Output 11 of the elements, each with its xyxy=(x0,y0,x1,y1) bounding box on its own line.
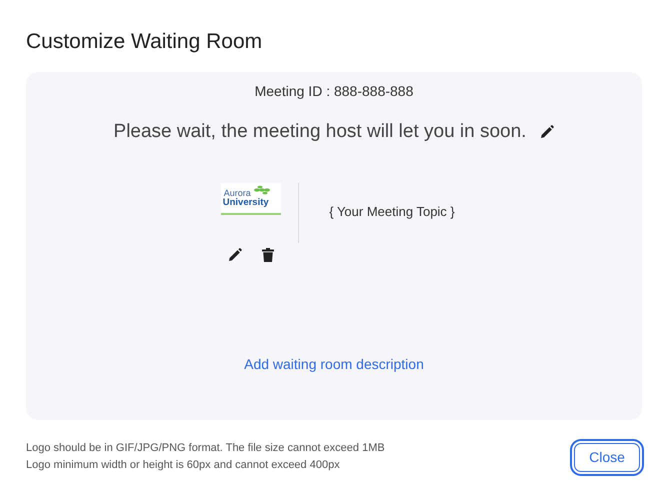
logo: Aurora University xyxy=(220,183,281,215)
dialog-title: Customize Waiting Room xyxy=(26,30,264,54)
pencil-icon[interactable] xyxy=(540,125,554,139)
waiting-message: Please wait, the meeting host will let you in soon. xyxy=(114,121,526,143)
meeting-topic: { Your Meeting Topic } xyxy=(329,204,455,221)
format-note: Logo minimum width or height is 60px and cannot exceed 400px xyxy=(26,458,341,473)
meeting-id: Meeting ID : 888-888-888 xyxy=(254,83,414,99)
pencil-icon[interactable] xyxy=(228,248,242,262)
trash-icon[interactable] xyxy=(262,248,274,262)
add-description-link[interactable]: Add waiting room description xyxy=(244,356,424,372)
format-note: Logo should be in GIF/JPG/PNG format. The file size cannot exceed 1MB xyxy=(26,441,385,456)
